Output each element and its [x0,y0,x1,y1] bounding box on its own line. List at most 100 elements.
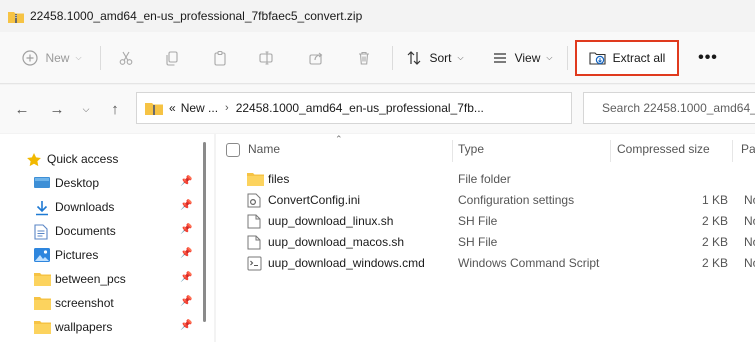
sort-label: Sort [429,51,452,65]
chevron-right-icon: › [225,102,229,114]
file-extra: No [744,235,755,249]
sidebar-scrollbar[interactable] [203,142,206,322]
sidebar-item-label: between_pcs [55,272,126,286]
up-arrow-icon[interactable]: ↑ [105,99,125,119]
column-header-type[interactable]: Type [458,142,484,156]
file-type: Configuration settings [458,193,575,207]
recent-locations-chevron-icon[interactable]: ⌵ [76,99,96,119]
pin-icon: 📌 [180,224,193,235]
file-icon [247,235,261,250]
plus-circle-icon [22,50,39,66]
file-extra: No [744,193,755,207]
column-divider[interactable] [610,140,611,162]
table-row[interactable]: uup_download_macos.sh SH File 2 KB No [216,232,755,253]
file-name: files [268,172,290,186]
breadcrumb-segment[interactable]: 22458.1000_amd64_en-us_professional_7fb.… [236,101,484,115]
file-type: Windows Command Script [458,256,600,270]
pin-icon: 📌 [180,320,193,331]
table-row[interactable]: ConvertConfig.ini Configuration settings… [216,190,755,211]
sidebar-item-label: Pictures [55,248,99,262]
column-header-compressed-size[interactable]: Compressed size [617,142,710,156]
sidebar-item-label: Documents [55,224,116,238]
download-icon [36,201,48,216]
file-name: uup_download_windows.cmd [268,256,425,270]
paste-button[interactable] [206,32,234,84]
folder-icon [34,321,51,334]
copy-icon [166,51,178,66]
see-more-button[interactable]: ••• [696,48,720,68]
window-title: 22458.1000_amd64_en-us_professional_7fbf… [30,9,363,23]
divider [392,46,393,70]
sidebar-item-between-pcs[interactable]: between_pcs 📌 [0,267,214,291]
new-button[interactable]: New ⌵ [14,32,90,84]
cut-button[interactable] [112,32,140,84]
desktop-icon [34,177,50,188]
zip-folder-icon [145,103,163,115]
document-icon [34,224,48,240]
sort-ascending-caret-icon: ⌃ [335,134,343,144]
sidebar-item-label: Desktop [55,176,100,190]
sidebar-item-quick-access[interactable]: Quick access [0,147,214,171]
forward-arrow-icon[interactable]: → [47,99,67,119]
extract-all-label: Extract all [612,51,666,65]
table-row[interactable]: files File folder [216,169,755,190]
view-button[interactable]: View ⌵ [486,32,558,84]
table-row[interactable]: uup_download_windows.cmd Windows Command… [216,253,755,274]
settings-file-icon [247,193,261,208]
column-header-name[interactable]: Name [248,142,280,156]
extract-all-button[interactable]: Extract all [575,40,679,76]
column-divider[interactable] [452,140,453,162]
select-all-checkbox[interactable] [226,143,240,157]
divider [100,46,101,70]
script-file-icon [247,256,262,271]
view-label: View [514,51,541,65]
sidebar-item-documents[interactable]: Documents 📌 [0,219,214,243]
breadcrumb-overflow[interactable]: « [169,101,176,115]
pictures-icon [34,248,50,262]
file-size: 1 KB [701,193,728,207]
file-size: 2 KB [701,214,728,228]
navigation-pane: Quick access Desktop 📌 Downloads 📌 Docum… [0,134,214,342]
chevron-down-icon: ⌵ [457,53,464,62]
sidebar-item-label: Quick access [47,152,119,166]
sidebar-item-label: wallpapers [55,320,113,334]
delete-button[interactable] [350,32,378,84]
scissors-icon [119,51,133,65]
column-header-password-protected[interactable]: Pa [741,142,755,156]
sort-button[interactable]: Sort ⌵ [400,32,470,84]
chevron-down-icon: ⌵ [546,53,553,62]
sidebar-item-screenshot[interactable]: screenshot 📌 [0,291,214,315]
address-bar[interactable]: « New ... › 22458.1000_amd64_en-us_profe… [136,92,572,124]
pin-icon: 📌 [180,296,193,307]
star-icon [27,153,41,167]
sidebar-item-wallpapers[interactable]: wallpapers 📌 [0,315,214,339]
file-size: 2 KB [701,256,728,270]
sidebar-item-downloads[interactable]: Downloads 📌 [0,195,214,219]
pin-icon: 📌 [180,248,193,259]
zip-folder-icon [8,11,24,23]
table-row[interactable]: uup_download_linux.sh SH File 2 KB No [216,211,755,232]
breadcrumb-segment[interactable]: New ... [181,101,218,115]
file-type: SH File [458,214,498,228]
rename-button[interactable] [252,32,280,84]
pin-icon: 📌 [180,176,193,187]
back-arrow-icon[interactable]: ← [12,99,32,119]
pin-icon: 📌 [180,272,193,283]
search-input[interactable]: Search 22458.1000_amd64_en-us_profession… [583,92,755,124]
view-list-icon [493,53,506,63]
file-type: File folder [458,172,511,186]
sidebar-item-desktop[interactable]: Desktop 📌 [0,171,214,195]
folder-icon [247,173,264,186]
copy-button[interactable] [158,32,186,84]
sidebar-item-label: screenshot [55,296,114,310]
column-divider[interactable] [732,140,733,162]
rename-icon [259,51,273,65]
sidebar-item-pictures[interactable]: Pictures 📌 [0,243,214,267]
sort-icon [408,51,421,65]
share-button[interactable] [302,32,330,84]
chevron-down-icon: ⌵ [75,53,82,62]
file-name: ConvertConfig.ini [268,193,361,207]
file-name: uup_download_macos.sh [268,235,405,249]
extract-folder-icon [589,52,606,65]
file-extra: No [744,214,755,228]
